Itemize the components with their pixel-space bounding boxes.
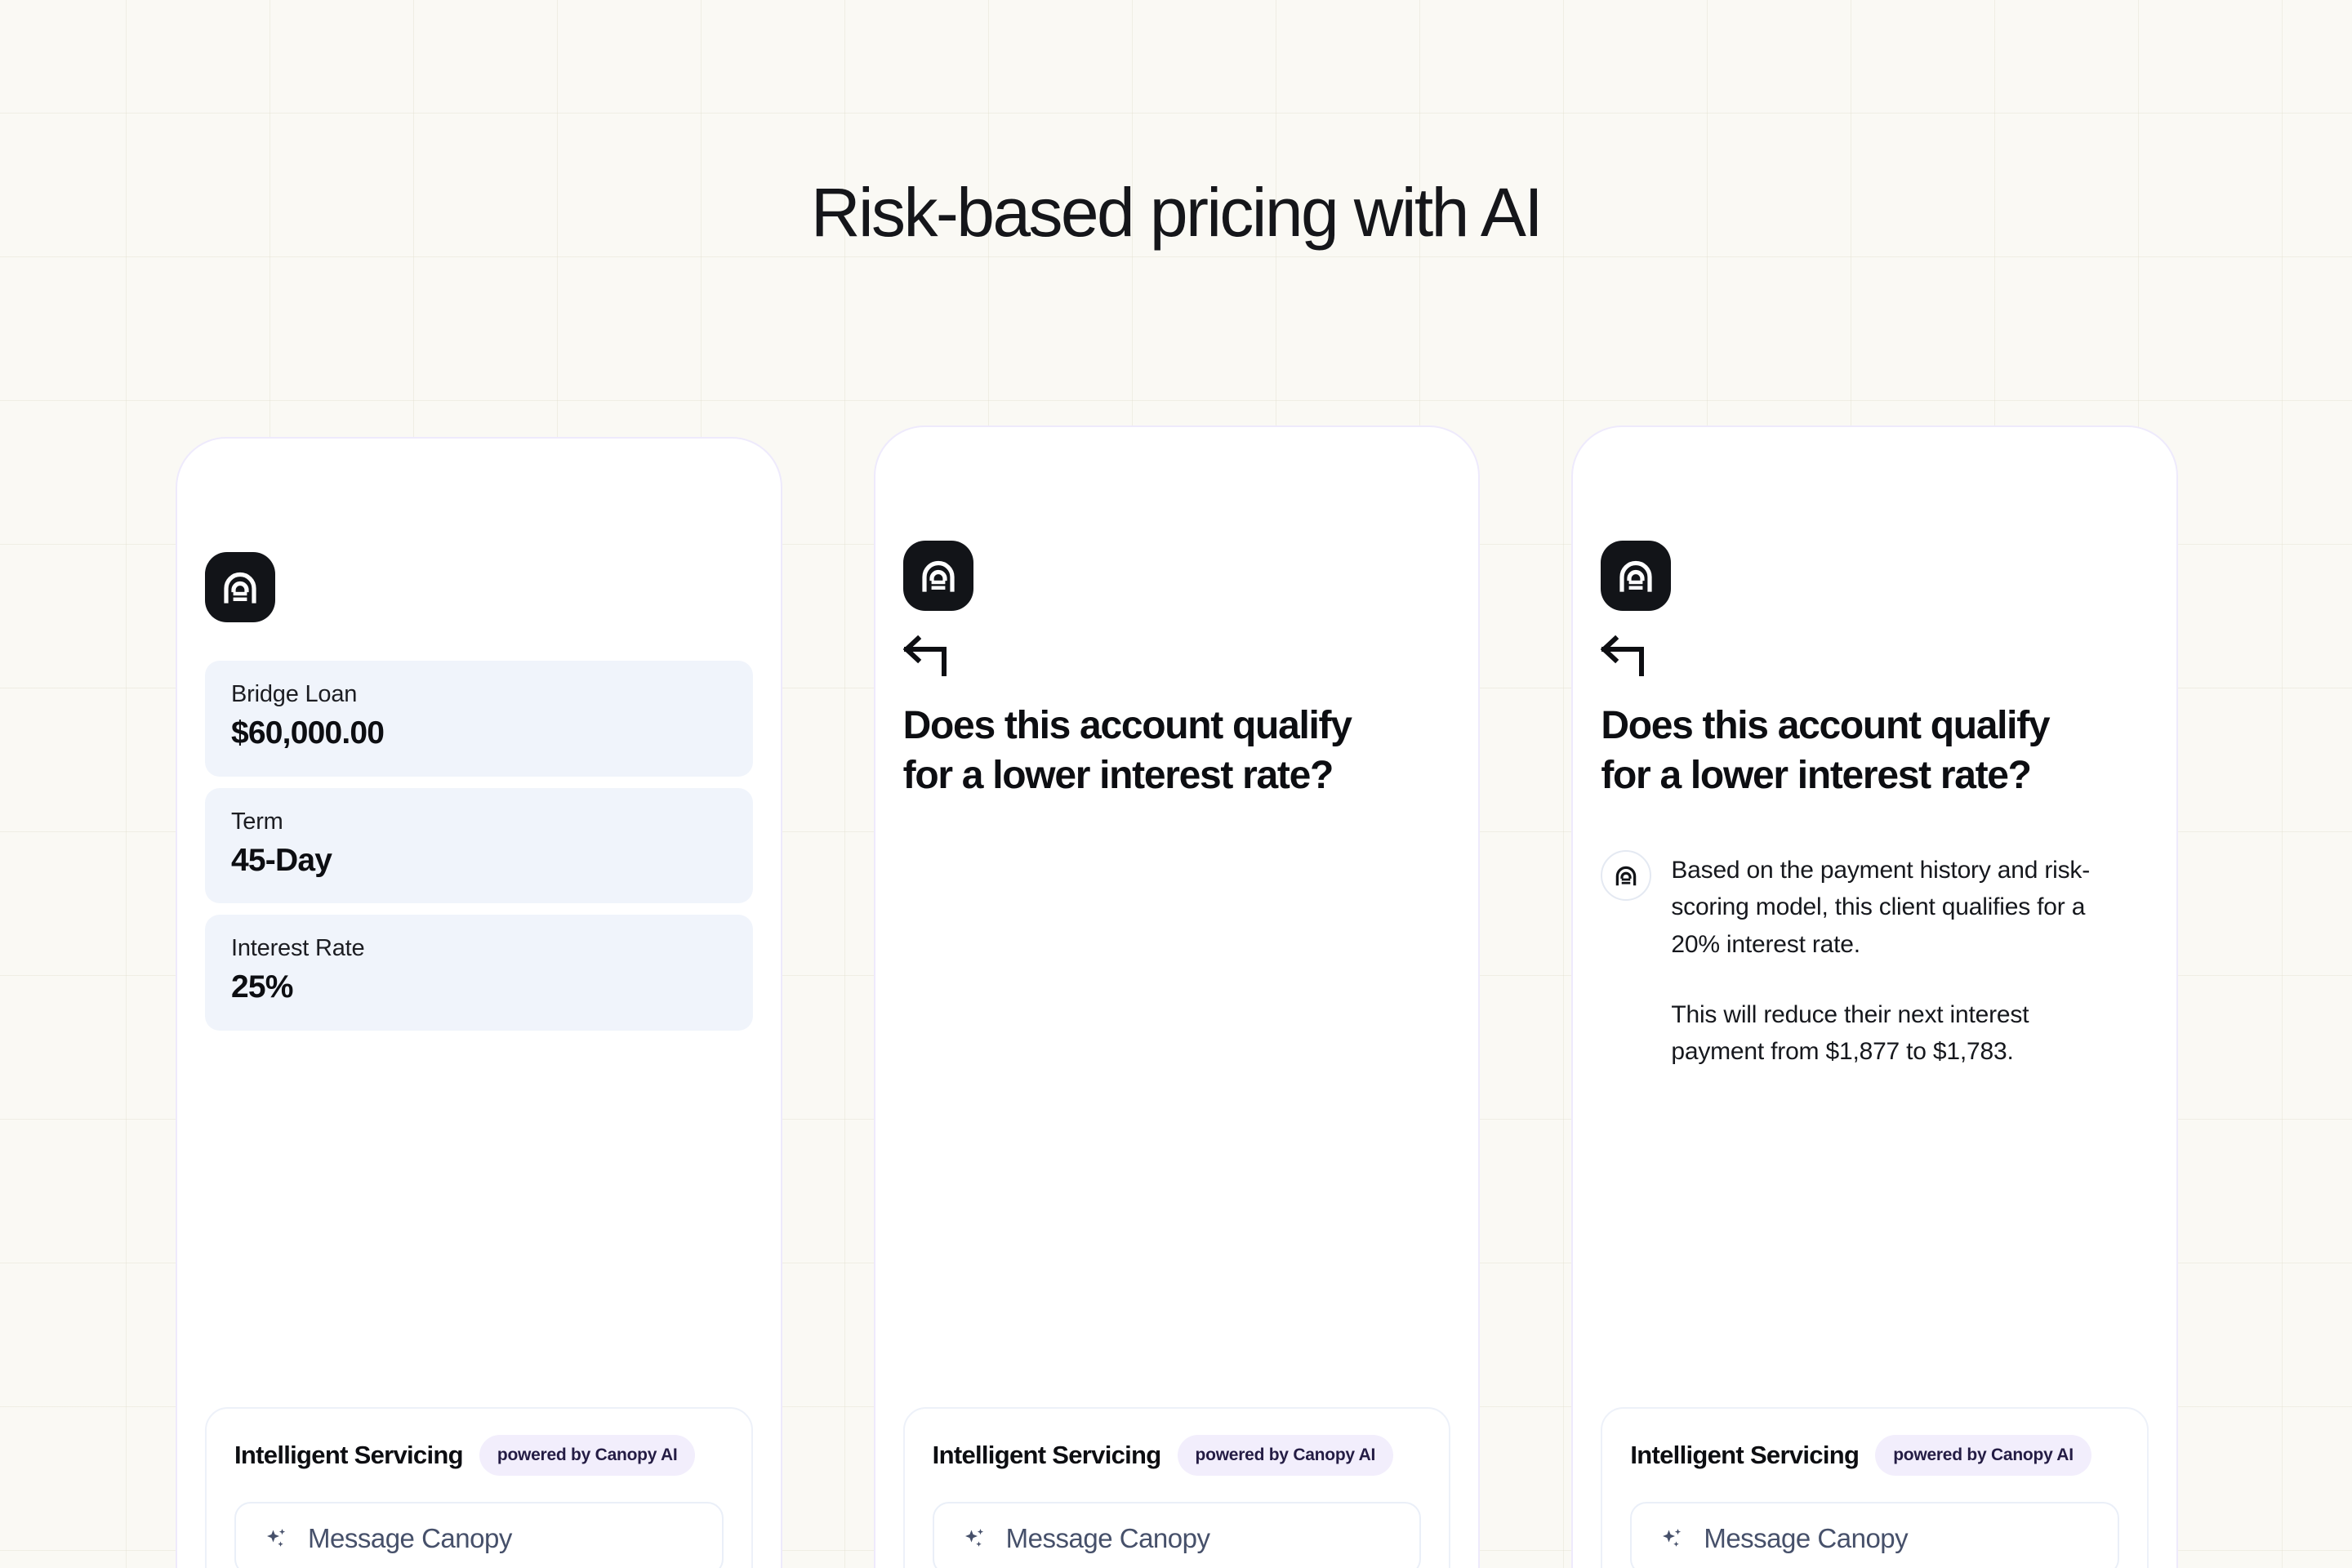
status-badge: powered by Canopy AI (1177, 1435, 1394, 1476)
detail-row[interactable]: Term 45-Day (205, 787, 753, 904)
card-rail: Bridge Loan $60,000.00 Term 45-Day Inter… (176, 425, 2179, 1568)
servicing-header: Intelligent Servicing powered by Canopy … (1630, 1435, 2119, 1476)
back-reply-arrow-icon[interactable] (902, 635, 951, 678)
loan-detail-list: Bridge Loan $60,000.00 Term 45-Day Inter… (205, 661, 753, 1031)
sparkle-icon (964, 1529, 983, 1547)
ai-answer-text: Based on the payment history and risk-sc… (1671, 849, 2104, 1071)
message-canopy-input[interactable]: Message Canopy (234, 1502, 724, 1568)
servicing-header: Intelligent Servicing powered by Canopy … (933, 1435, 1422, 1476)
ai-answer-message: Based on the payment history and risk-sc… (1601, 849, 2149, 1071)
detail-label: Bridge Loan (231, 681, 358, 707)
detail-value: 45-Day (231, 842, 332, 878)
detail-label: Interest Rate (231, 935, 365, 962)
intelligent-servicing-panel: Intelligent Servicing powered by Canopy … (1601, 1407, 2149, 1568)
sparkle-icon (1663, 1529, 1682, 1547)
canopy-arch-logo-icon (902, 541, 973, 611)
sparkle-icon (267, 1529, 286, 1547)
detail-row[interactable]: Interest Rate 25% (205, 915, 753, 1031)
canopy-arch-logo-icon (1601, 541, 1672, 611)
servicing-header: Intelligent Servicing powered by Canopy … (234, 1435, 724, 1476)
message-canopy-input[interactable]: Message Canopy (1630, 1502, 2120, 1568)
question-heading: Does this account qualify for a lower in… (1601, 704, 2050, 798)
ai-answer-paragraph: This will reduce their next interest pay… (1671, 1000, 2029, 1066)
conversation-area: Does this account qualify for a lower in… (902, 635, 1451, 801)
message-input-placeholder: Message Canopy (1005, 1523, 1210, 1553)
detail-value: 25% (231, 969, 293, 1005)
message-input-placeholder: Message Canopy (308, 1523, 512, 1553)
status-badge: powered by Canopy AI (1875, 1435, 2091, 1476)
servicing-title: Intelligent Servicing (234, 1441, 464, 1469)
intelligent-servicing-panel: Intelligent Servicing powered by Canopy … (205, 1407, 753, 1568)
question-card: Does this account qualify for a lower in… (873, 425, 1481, 1568)
question-heading: Does this account qualify for a lower in… (902, 704, 1352, 798)
ai-answer-paragraph: Based on the payment history and risk-sc… (1671, 856, 2091, 959)
detail-row[interactable]: Bridge Loan $60,000.00 (205, 661, 753, 777)
page-title: Risk-based pricing with AI (810, 174, 1544, 251)
status-badge: powered by Canopy AI (479, 1435, 696, 1476)
answer-card: Does this account qualify for a lower in… (1571, 425, 2179, 1568)
detail-value: $60,000.00 (231, 715, 385, 751)
detail-label: Term (231, 808, 283, 835)
message-canopy-input[interactable]: Message Canopy (932, 1502, 1422, 1568)
servicing-title: Intelligent Servicing (1630, 1441, 1860, 1469)
canopy-arch-logo-icon (205, 552, 275, 622)
message-input-placeholder: Message Canopy (1704, 1523, 1909, 1553)
canopy-arch-avatar-icon (1601, 849, 1652, 901)
intelligent-servicing-panel: Intelligent Servicing powered by Canopy … (902, 1407, 1451, 1568)
loan-summary-card: Bridge Loan $60,000.00 Term 45-Day Inter… (176, 437, 782, 1568)
conversation-area: Does this account qualify for a lower in… (1601, 635, 2149, 1071)
back-reply-arrow-icon[interactable] (1601, 635, 1648, 678)
servicing-title: Intelligent Servicing (932, 1441, 1162, 1469)
